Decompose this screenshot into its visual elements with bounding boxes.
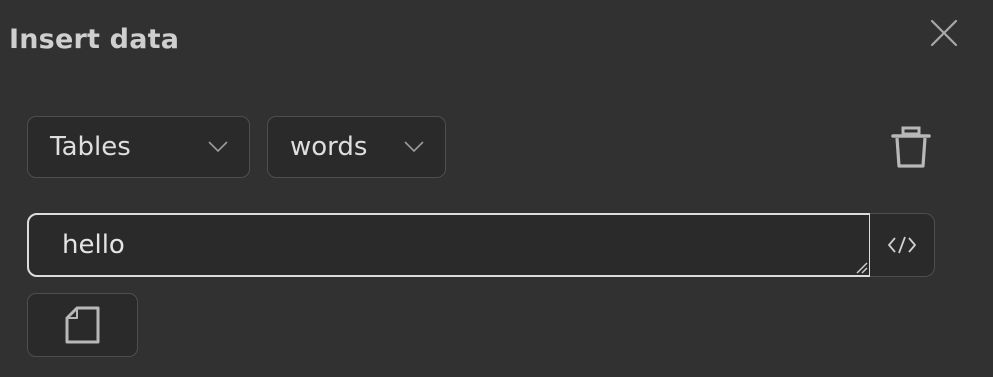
chevron-down-icon — [207, 140, 229, 154]
source-select-value: Tables — [50, 132, 131, 162]
table-select-value: words — [290, 132, 368, 162]
file-icon — [65, 306, 99, 344]
source-select[interactable]: Tables — [27, 116, 250, 178]
resize-handle-icon[interactable] — [854, 260, 868, 274]
code-toggle-button[interactable] — [870, 213, 935, 277]
table-select[interactable]: words — [267, 116, 446, 178]
trash-icon — [891, 126, 931, 168]
close-button[interactable] — [926, 15, 962, 51]
new-file-button[interactable] — [27, 293, 138, 357]
delete-button[interactable] — [889, 124, 933, 170]
query-input[interactable]: hello — [27, 213, 871, 277]
query-input-value: hello — [62, 230, 125, 260]
dialog-title: Insert data — [9, 24, 180, 55]
close-icon — [930, 19, 958, 47]
code-icon — [888, 236, 916, 254]
insert-data-dialog: Insert data Tables words hello — [0, 0, 993, 377]
chevron-down-icon — [403, 140, 425, 154]
